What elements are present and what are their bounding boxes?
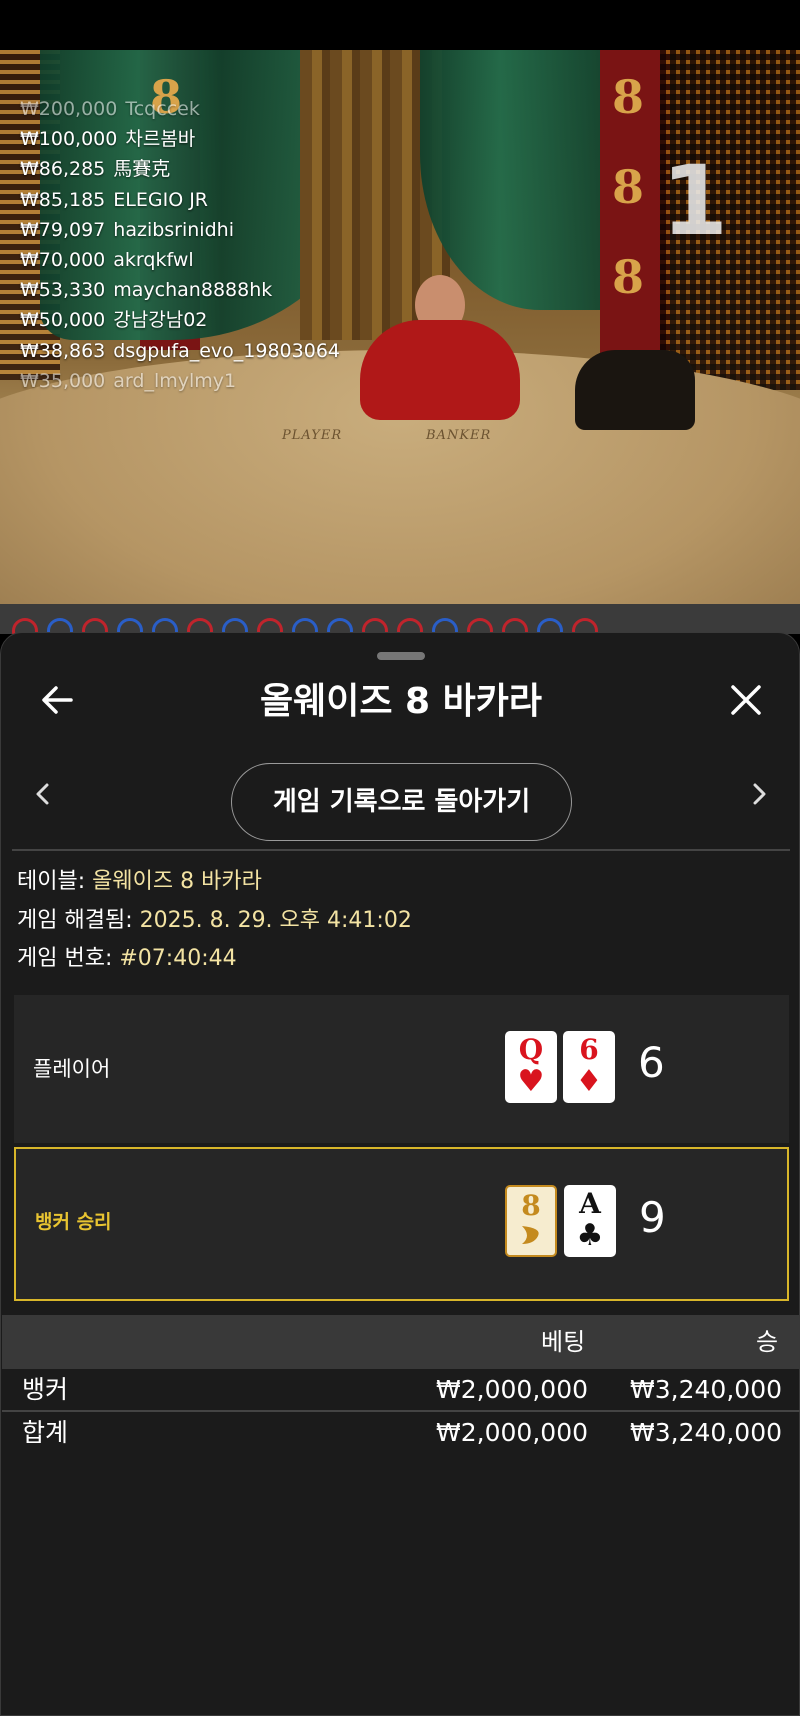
total-label: 합계	[22, 1418, 69, 1447]
round-number: 1	[661, 145, 728, 257]
playing-card: A ♣	[564, 1185, 616, 1257]
eight-ornament: 8	[612, 70, 645, 124]
leaderboard-row: ₩35,000 ard_lmylmy1	[20, 369, 237, 392]
table-info: 테이블: 올웨이즈 8 바카라	[17, 869, 262, 894]
sheet-title: 올웨이즈 8 바카라	[260, 681, 542, 722]
back-to-history-button[interactable]: 게임 기록으로 돌아가기	[231, 763, 572, 841]
dealer	[360, 267, 520, 425]
winners-leaderboard: ₩200,000 Tcqccek ₩100,000 차르봄바 ₩86,285 馬賽克 …	[20, 94, 340, 396]
table-row-total: 합계 ₩2,000,000 ₩3,240,000	[2, 1412, 800, 1454]
chevron-left-icon	[36, 783, 49, 805]
leaderboard-row: ₩200,000 Tcqccek	[20, 98, 200, 120]
win-column-header: 승	[756, 1328, 779, 1356]
banker-result-row: 뱅커 승리 8 A ♣ 9	[14, 1147, 789, 1301]
banker-score: 9	[639, 1193, 666, 1242]
leaderboard-row: ₩53,330 maychan8888hk	[20, 279, 273, 302]
card-shoe	[575, 350, 695, 430]
table-row: 뱅커 ₩2,000,000 ₩3,240,000	[2, 1369, 800, 1411]
leaderboard-row: ₩100,000 차르봄바	[20, 128, 196, 151]
total-win-amount: ₩3,240,000	[630, 1418, 782, 1447]
game-number-info: 게임 번호: #07:40:44	[17, 946, 237, 971]
playing-card: 8	[505, 1185, 557, 1257]
leaderboard-row: ₩79,097 hazibsrinidhi	[20, 218, 234, 241]
player-score: 6	[638, 1038, 665, 1087]
player-result-row: 플레이어 Q ♥ 6 ♦ 6	[14, 995, 789, 1143]
eight-ornament: 8	[612, 250, 645, 304]
game-history-sheet: 올웨이즈 8 바카라 게임 기록으로 돌아가기 테이블: 올웨이즈 8 바카라 …	[0, 632, 800, 1716]
bets-table-header: 베팅 승	[2, 1315, 800, 1369]
chevron-right-icon	[753, 783, 766, 805]
bet-amount: ₩2,000,000	[436, 1375, 588, 1404]
eight-ornament: 8	[612, 160, 645, 214]
sheet-grabber[interactable]	[377, 652, 425, 660]
felt-label-banker: BANKER	[426, 428, 492, 443]
player-label: 플레이어	[33, 1057, 111, 1081]
felt-label-player: PLAYER	[282, 428, 343, 443]
previous-game-button[interactable]	[29, 776, 57, 812]
bet-column-header: 베팅	[541, 1328, 586, 1356]
gold-8-suit-icon	[522, 1226, 539, 1244]
bet-type: 뱅커	[22, 1375, 69, 1404]
green-curtain	[420, 50, 620, 310]
leaderboard-row: ₩86,285 馬賽克	[20, 158, 171, 181]
leaderboard-row: ₩50,000 강남강남02	[20, 309, 208, 332]
playing-card: 6 ♦	[563, 1031, 615, 1103]
back-button[interactable]	[35, 677, 81, 723]
close-icon	[731, 685, 761, 715]
close-button[interactable]	[723, 677, 769, 723]
leaderboard-row: ₩85,185 ELEGIO JR	[20, 188, 209, 211]
playing-card: Q ♥	[505, 1031, 557, 1103]
arrow-left-icon	[42, 686, 73, 714]
total-bet-amount: ₩2,000,000	[436, 1418, 588, 1447]
leaderboard-row: ₩38,863 dsgpufa_evo_19803064	[20, 339, 341, 362]
banker-winner-label: 뱅커 승리	[35, 1211, 112, 1233]
divider	[12, 849, 790, 851]
bead-road-strip	[0, 604, 800, 634]
resolved-info: 게임 해결됨: 2025. 8. 29. 오후 4:41:02	[17, 908, 412, 933]
leaderboard-row: ₩70,000 akrqkfwl	[20, 248, 194, 271]
win-amount: ₩3,240,000	[630, 1375, 782, 1404]
status-bar	[0, 0, 800, 50]
next-game-button[interactable]	[745, 776, 773, 812]
